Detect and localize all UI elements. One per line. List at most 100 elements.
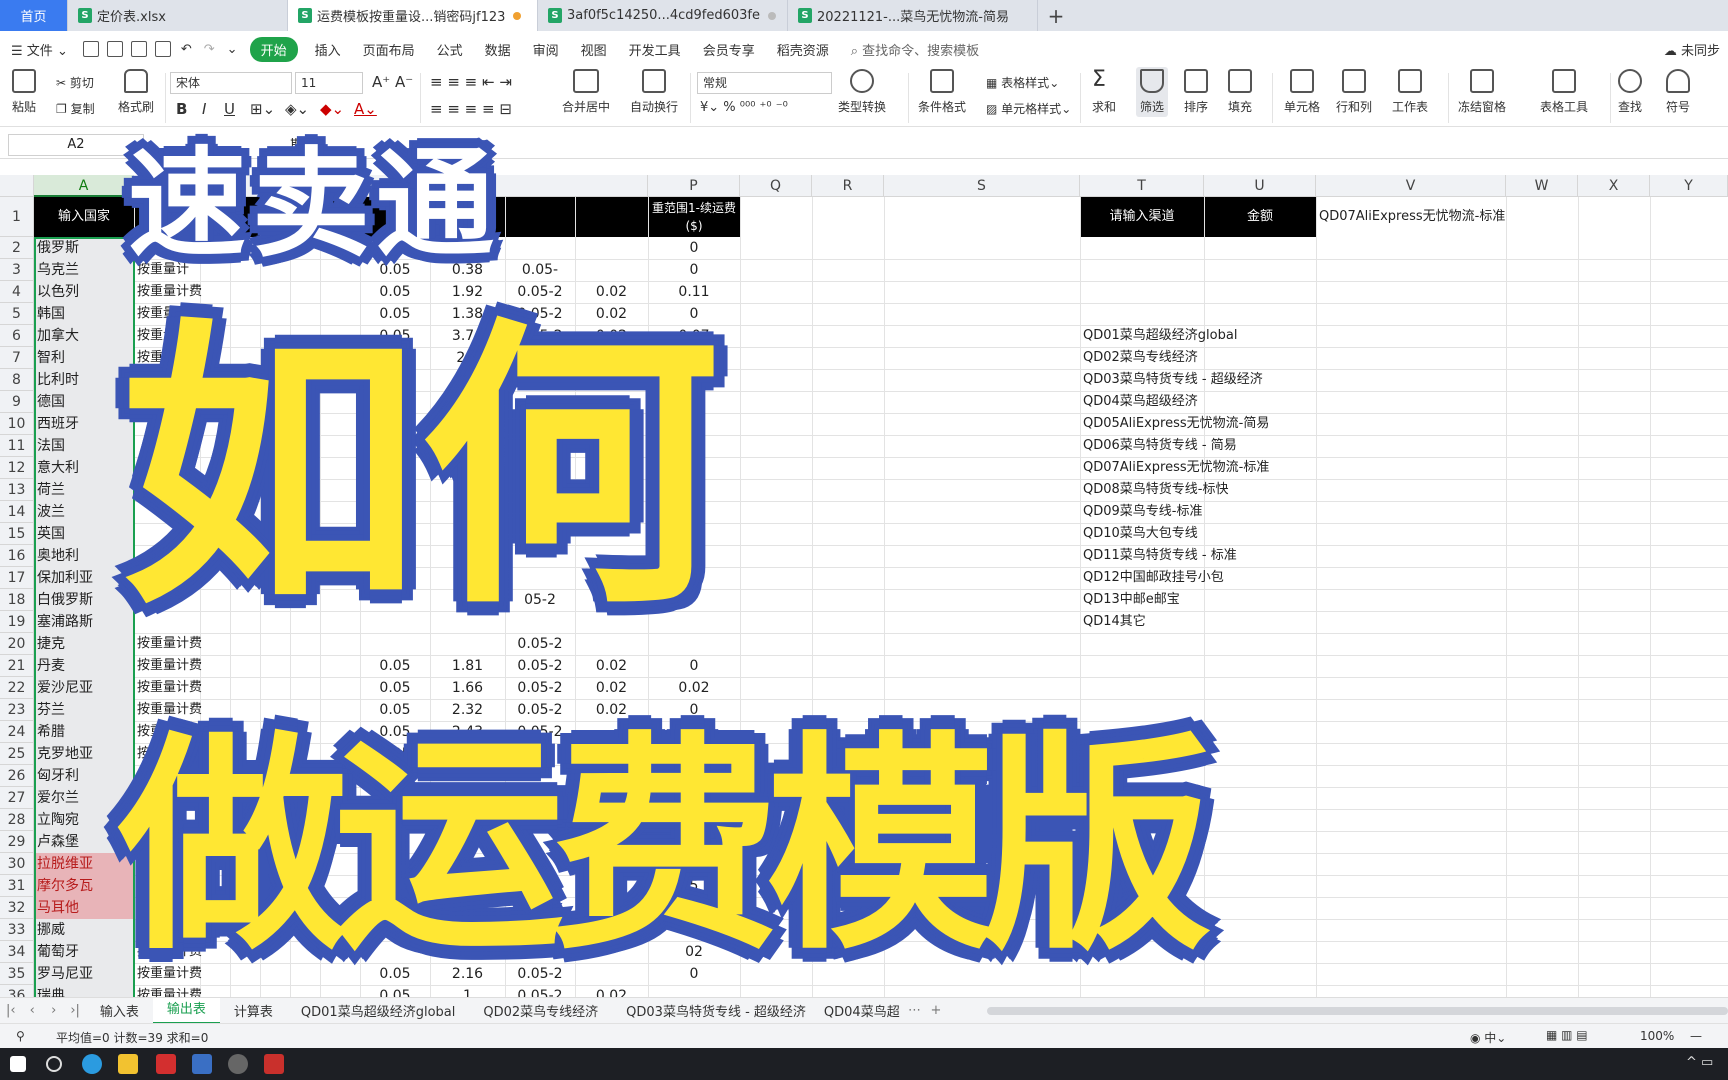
row-header[interactable]: 8 [0, 369, 34, 391]
currency-icon[interactable]: ¥⌄ % ⁰⁰⁰ ⁺⁰ ⁻⁰ [700, 100, 788, 115]
row-header[interactable]: 25 [0, 743, 34, 765]
zoom-level[interactable]: 100% [1640, 1029, 1674, 1043]
weight-range-cell[interactable]: 0.05-2 [505, 985, 575, 997]
font-size-select[interactable]: 11 [295, 72, 363, 94]
billing-mode-cell[interactable]: 按重量计费 [134, 677, 204, 699]
continued-fee-cell[interactable] [648, 985, 740, 997]
header-input-country[interactable]: 输入国家 [34, 197, 134, 237]
continued-fee-cell[interactable]: 0 [648, 655, 740, 677]
print-icon[interactable] [130, 41, 147, 57]
row-header[interactable]: 20 [0, 633, 34, 655]
row-header[interactable]: 35 [0, 963, 34, 985]
channel-list-item[interactable]: QD11菜鸟特货专线 - 标准 [1080, 545, 1320, 567]
column-header-y[interactable]: Y [1650, 175, 1728, 197]
channel-list-item[interactable]: QD10菜鸟大包专线 [1080, 523, 1320, 545]
preview-icon[interactable] [154, 41, 171, 57]
billing-mode-cell[interactable]: 按重量计费 [134, 655, 204, 677]
row-header[interactable]: 5 [0, 303, 34, 325]
wrap-text-button[interactable]: 自动换行 [630, 69, 678, 115]
row-header[interactable]: 34 [0, 941, 34, 963]
first-weight-cell[interactable]: 0.05 [360, 655, 430, 677]
row-header[interactable]: 29 [0, 831, 34, 853]
menu-data[interactable]: 数据 [474, 40, 522, 59]
weight-range-cell[interactable] [505, 237, 575, 259]
undo-icon[interactable]: ↶ [175, 42, 198, 57]
row-header[interactable]: 15 [0, 523, 34, 545]
name-box[interactable]: A2 [8, 134, 144, 156]
sum-button[interactable]: Σ 求和 [1092, 69, 1116, 115]
row-header[interactable]: 7 [0, 347, 34, 369]
channel-list-item[interactable]: QD07AliExpress无忧物流-标准 [1080, 457, 1320, 479]
grow-font-icon[interactable]: A⁺ A⁻ [372, 73, 413, 91]
step-weight-cell[interactable] [575, 259, 648, 281]
conditional-format-button[interactable]: 条件格式 [918, 69, 966, 115]
align-top-icon[interactable]: ≡ ≡ ≡ ⇤ ⇥ [430, 73, 512, 91]
tab-freight-template[interactable]: S 运费模板按重量设...销密码jf123 [288, 0, 538, 31]
row-header[interactable]: 17 [0, 567, 34, 589]
freeze-panes-button[interactable]: 冻结窗格 [1458, 69, 1506, 115]
menu-page-layout[interactable]: 页面布局 [352, 40, 426, 59]
more-sheets-icon[interactable]: ⋯ [904, 1003, 925, 1018]
channel-list-item[interactable]: QD03菜鸟特货专线 - 超级经济 [1080, 369, 1320, 391]
first-fee-cell[interactable]: 1 [430, 985, 505, 997]
continued-fee-cell[interactable]: 0 [648, 259, 740, 281]
redo-icon[interactable]: ↷ [198, 42, 221, 57]
wps-icon[interactable] [156, 1054, 176, 1074]
sheet-tab-calc[interactable]: 计算表 [220, 1001, 287, 1020]
continued-fee-cell[interactable]: 0.02 [648, 677, 740, 699]
row-header[interactable]: 12 [0, 457, 34, 479]
channel-list-item[interactable]: QD14其它 [1080, 611, 1320, 633]
row-header[interactable]: 6 [0, 325, 34, 347]
row-header[interactable]: 28 [0, 809, 34, 831]
first-weight-cell[interactable]: 0.05 [360, 985, 430, 997]
sheet-tab-qd02[interactable]: QD02菜鸟专线经济 [469, 1001, 612, 1020]
channel-list-item[interactable]: QD12中国邮政挂号小包 [1080, 567, 1320, 589]
row-header[interactable]: 21 [0, 655, 34, 677]
column-header-u[interactable]: U [1204, 175, 1316, 197]
step-weight-cell[interactable]: 0.02 [575, 655, 648, 677]
row-header[interactable]: 9 [0, 391, 34, 413]
row-header[interactable]: 27 [0, 787, 34, 809]
row-header[interactable]: 22 [0, 677, 34, 699]
channel-list-item[interactable]: QD01菜鸟超级经济global [1080, 325, 1320, 347]
new-tab-button[interactable]: + [1038, 0, 1074, 31]
status-icon[interactable]: ⚲ [16, 1029, 25, 1043]
column-header-r[interactable]: R [812, 175, 884, 197]
header-continued-fee[interactable]: 重范围1-续运费 ($) [648, 197, 740, 237]
column-header-x[interactable]: X [1578, 175, 1650, 197]
channel-list-item[interactable]: QD08菜鸟特货专线-标快 [1080, 479, 1320, 501]
channel-list-item[interactable]: QD05AliExpress无忧物流-简易 [1080, 413, 1320, 435]
row-header[interactable]: 31 [0, 875, 34, 897]
sheet-tab-output[interactable]: 输出表 [152, 997, 220, 1024]
row-header[interactable]: 3 [0, 259, 34, 281]
fill-button[interactable]: 填充 [1228, 69, 1252, 115]
merge-center-button[interactable]: 合并居中 [562, 69, 610, 115]
tab-cainiao-file[interactable]: S 20221121-...菜鸟无忧物流-简易 [788, 0, 1038, 31]
tab-home[interactable]: 首页 [0, 0, 68, 31]
row-header[interactable]: 26 [0, 765, 34, 787]
weight-range-cell[interactable]: 0.05-2 [505, 677, 575, 699]
channel-list-item[interactable]: QD09菜鸟专线-标准 [1080, 501, 1320, 523]
tab-hash-file[interactable]: S 3af0f5c14250...4cd9fed603fe [538, 0, 788, 31]
menu-developer[interactable]: 开发工具 [618, 40, 692, 59]
zoom-out-icon[interactable]: — [1690, 1029, 1702, 1043]
add-sheet-icon[interactable]: + [925, 1003, 946, 1018]
row-header[interactable]: 10 [0, 413, 34, 435]
weight-range-cell[interactable]: 0.05- [505, 259, 575, 281]
row-header[interactable]: 24 [0, 721, 34, 743]
worksheet-button[interactable]: 工作表 [1392, 69, 1428, 115]
paste-button[interactable]: 粘贴 [12, 69, 36, 115]
menu-insert[interactable]: 插入 [304, 40, 352, 59]
row-header[interactable]: 32 [0, 897, 34, 919]
number-format-select[interactable]: 常规 [697, 72, 832, 94]
table-style-button[interactable]: ▦ 表格样式⌄ [986, 74, 1059, 91]
folder-icon[interactable] [118, 1054, 138, 1074]
billing-mode-cell[interactable]: 按重量计费 [134, 985, 204, 997]
eye-protect-icon[interactable]: ◉ 中⌄ [1470, 1029, 1506, 1046]
row-header[interactable]: 23 [0, 699, 34, 721]
column-header-s[interactable]: S [884, 175, 1080, 197]
row-header[interactable]: 4 [0, 281, 34, 303]
menu-formulas[interactable]: 公式 [426, 40, 474, 59]
header-amount[interactable]: 金额 [1204, 197, 1316, 237]
edge-icon[interactable] [82, 1054, 102, 1074]
